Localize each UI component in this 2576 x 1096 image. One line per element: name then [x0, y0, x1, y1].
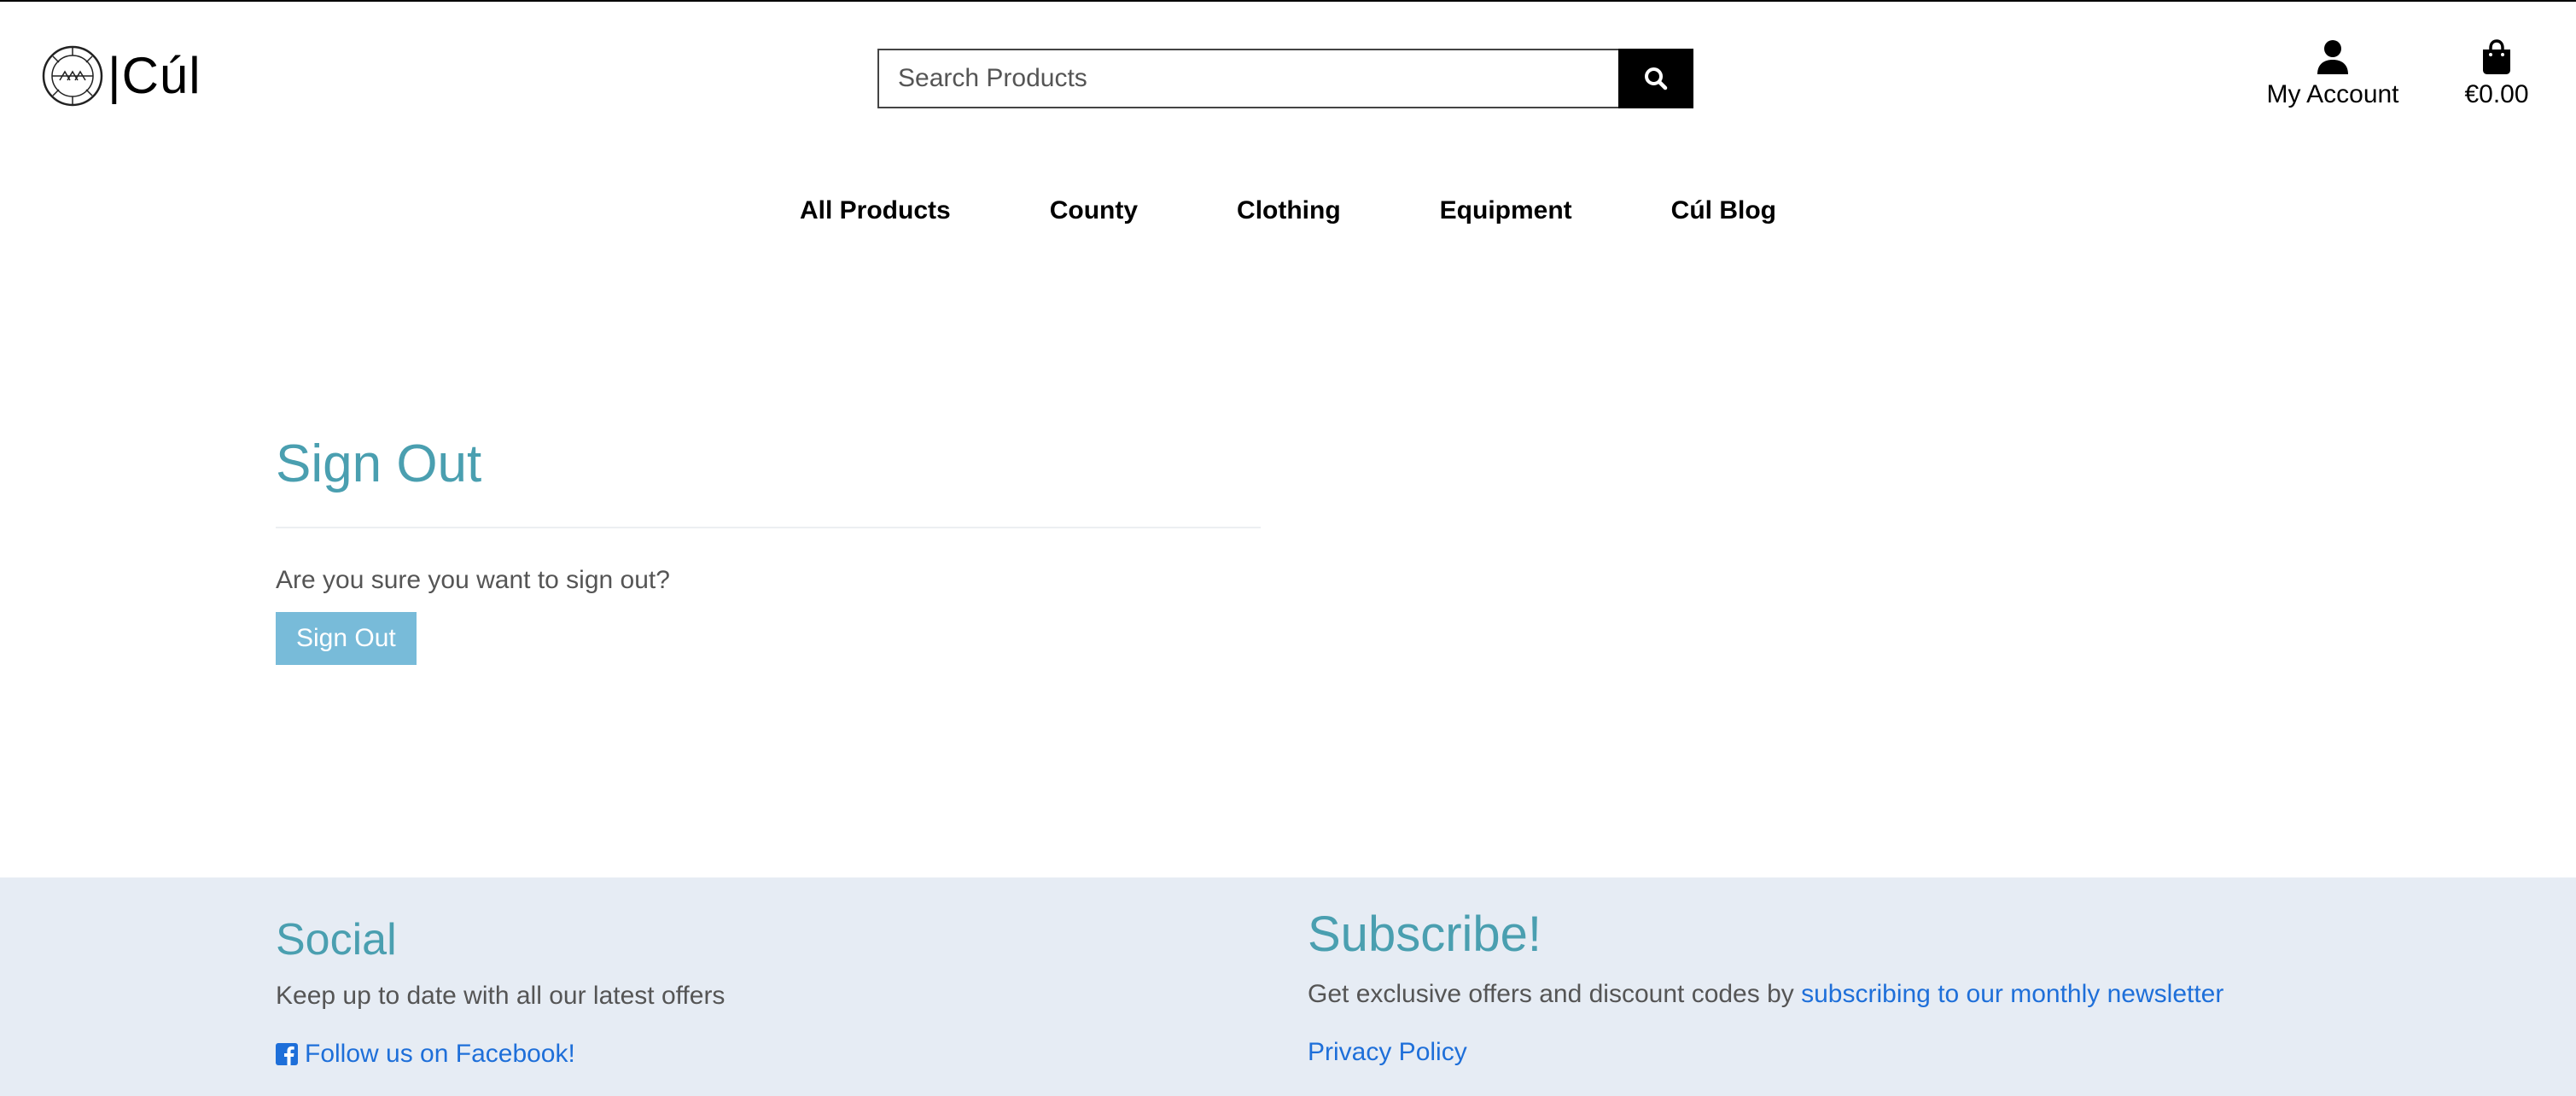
page-title: Sign Out	[276, 434, 482, 493]
footer-subscribe: Subscribe! Get exclusive offers and disc…	[1308, 905, 2503, 1067]
footer-social: Social Keep up to date with all our late…	[276, 913, 1215, 1069]
page: |Cúl My Account €0.00 All Products	[0, 0, 2576, 1096]
footer: Social Keep up to date with all our late…	[0, 877, 2576, 1096]
privacy-row: Privacy Policy	[1308, 1038, 2503, 1067]
my-account-label: My Account	[2266, 80, 2399, 108]
signout-panel: Sign Out Are you sure you want to sign o…	[276, 433, 1261, 666]
facebook-link[interactable]: Follow us on Facebook!	[305, 1040, 575, 1069]
signout-prompt: Are you sure you want to sign out?	[276, 566, 670, 595]
site-logo[interactable]: |Cúl	[41, 44, 201, 108]
cart-link[interactable]: €0.00	[2450, 39, 2544, 109]
privacy-policy-link[interactable]: Privacy Policy	[1308, 1038, 1467, 1067]
search-input[interactable]	[877, 49, 1618, 108]
gaa-football-icon	[42, 45, 103, 107]
logo-text: |Cúl	[108, 47, 201, 104]
divider	[276, 527, 1261, 529]
nav-all-products[interactable]: All Products	[750, 191, 1000, 230]
facebook-icon[interactable]	[276, 1043, 298, 1066]
shopping-bag-icon	[2483, 39, 2510, 74]
my-account-link[interactable]: My Account	[2253, 39, 2412, 109]
sign-out-button[interactable]: Sign Out	[276, 612, 417, 666]
social-text: Keep up to date with all our latest offe…	[276, 982, 726, 1011]
user-icon	[2317, 40, 2348, 74]
cart-total: €0.00	[2464, 80, 2529, 108]
subscribe-text: Get exclusive offers and discount codes …	[1308, 979, 1802, 1008]
social-title: Social	[276, 915, 397, 965]
search-button[interactable]	[1618, 49, 1693, 108]
nav-equipment[interactable]: Equipment	[1390, 191, 1622, 230]
subscribe-title: Subscribe!	[1308, 907, 1542, 962]
subscribe-text-row: Get exclusive offers and discount codes …	[1308, 980, 2503, 1009]
search-icon	[1645, 67, 1668, 90]
nav-clothing[interactable]: Clothing	[1187, 191, 1390, 230]
nav-cul-blog[interactable]: Cúl Blog	[1622, 191, 1826, 230]
search-bar	[877, 49, 1693, 108]
nav-county[interactable]: County	[1000, 191, 1187, 230]
facebook-link-row: Follow us on Facebook!	[276, 1040, 1215, 1069]
newsletter-link[interactable]: subscribing to our monthly newsletter	[1801, 980, 2223, 1008]
main-nav: All Products County Clothing Equipment C…	[0, 191, 2576, 230]
